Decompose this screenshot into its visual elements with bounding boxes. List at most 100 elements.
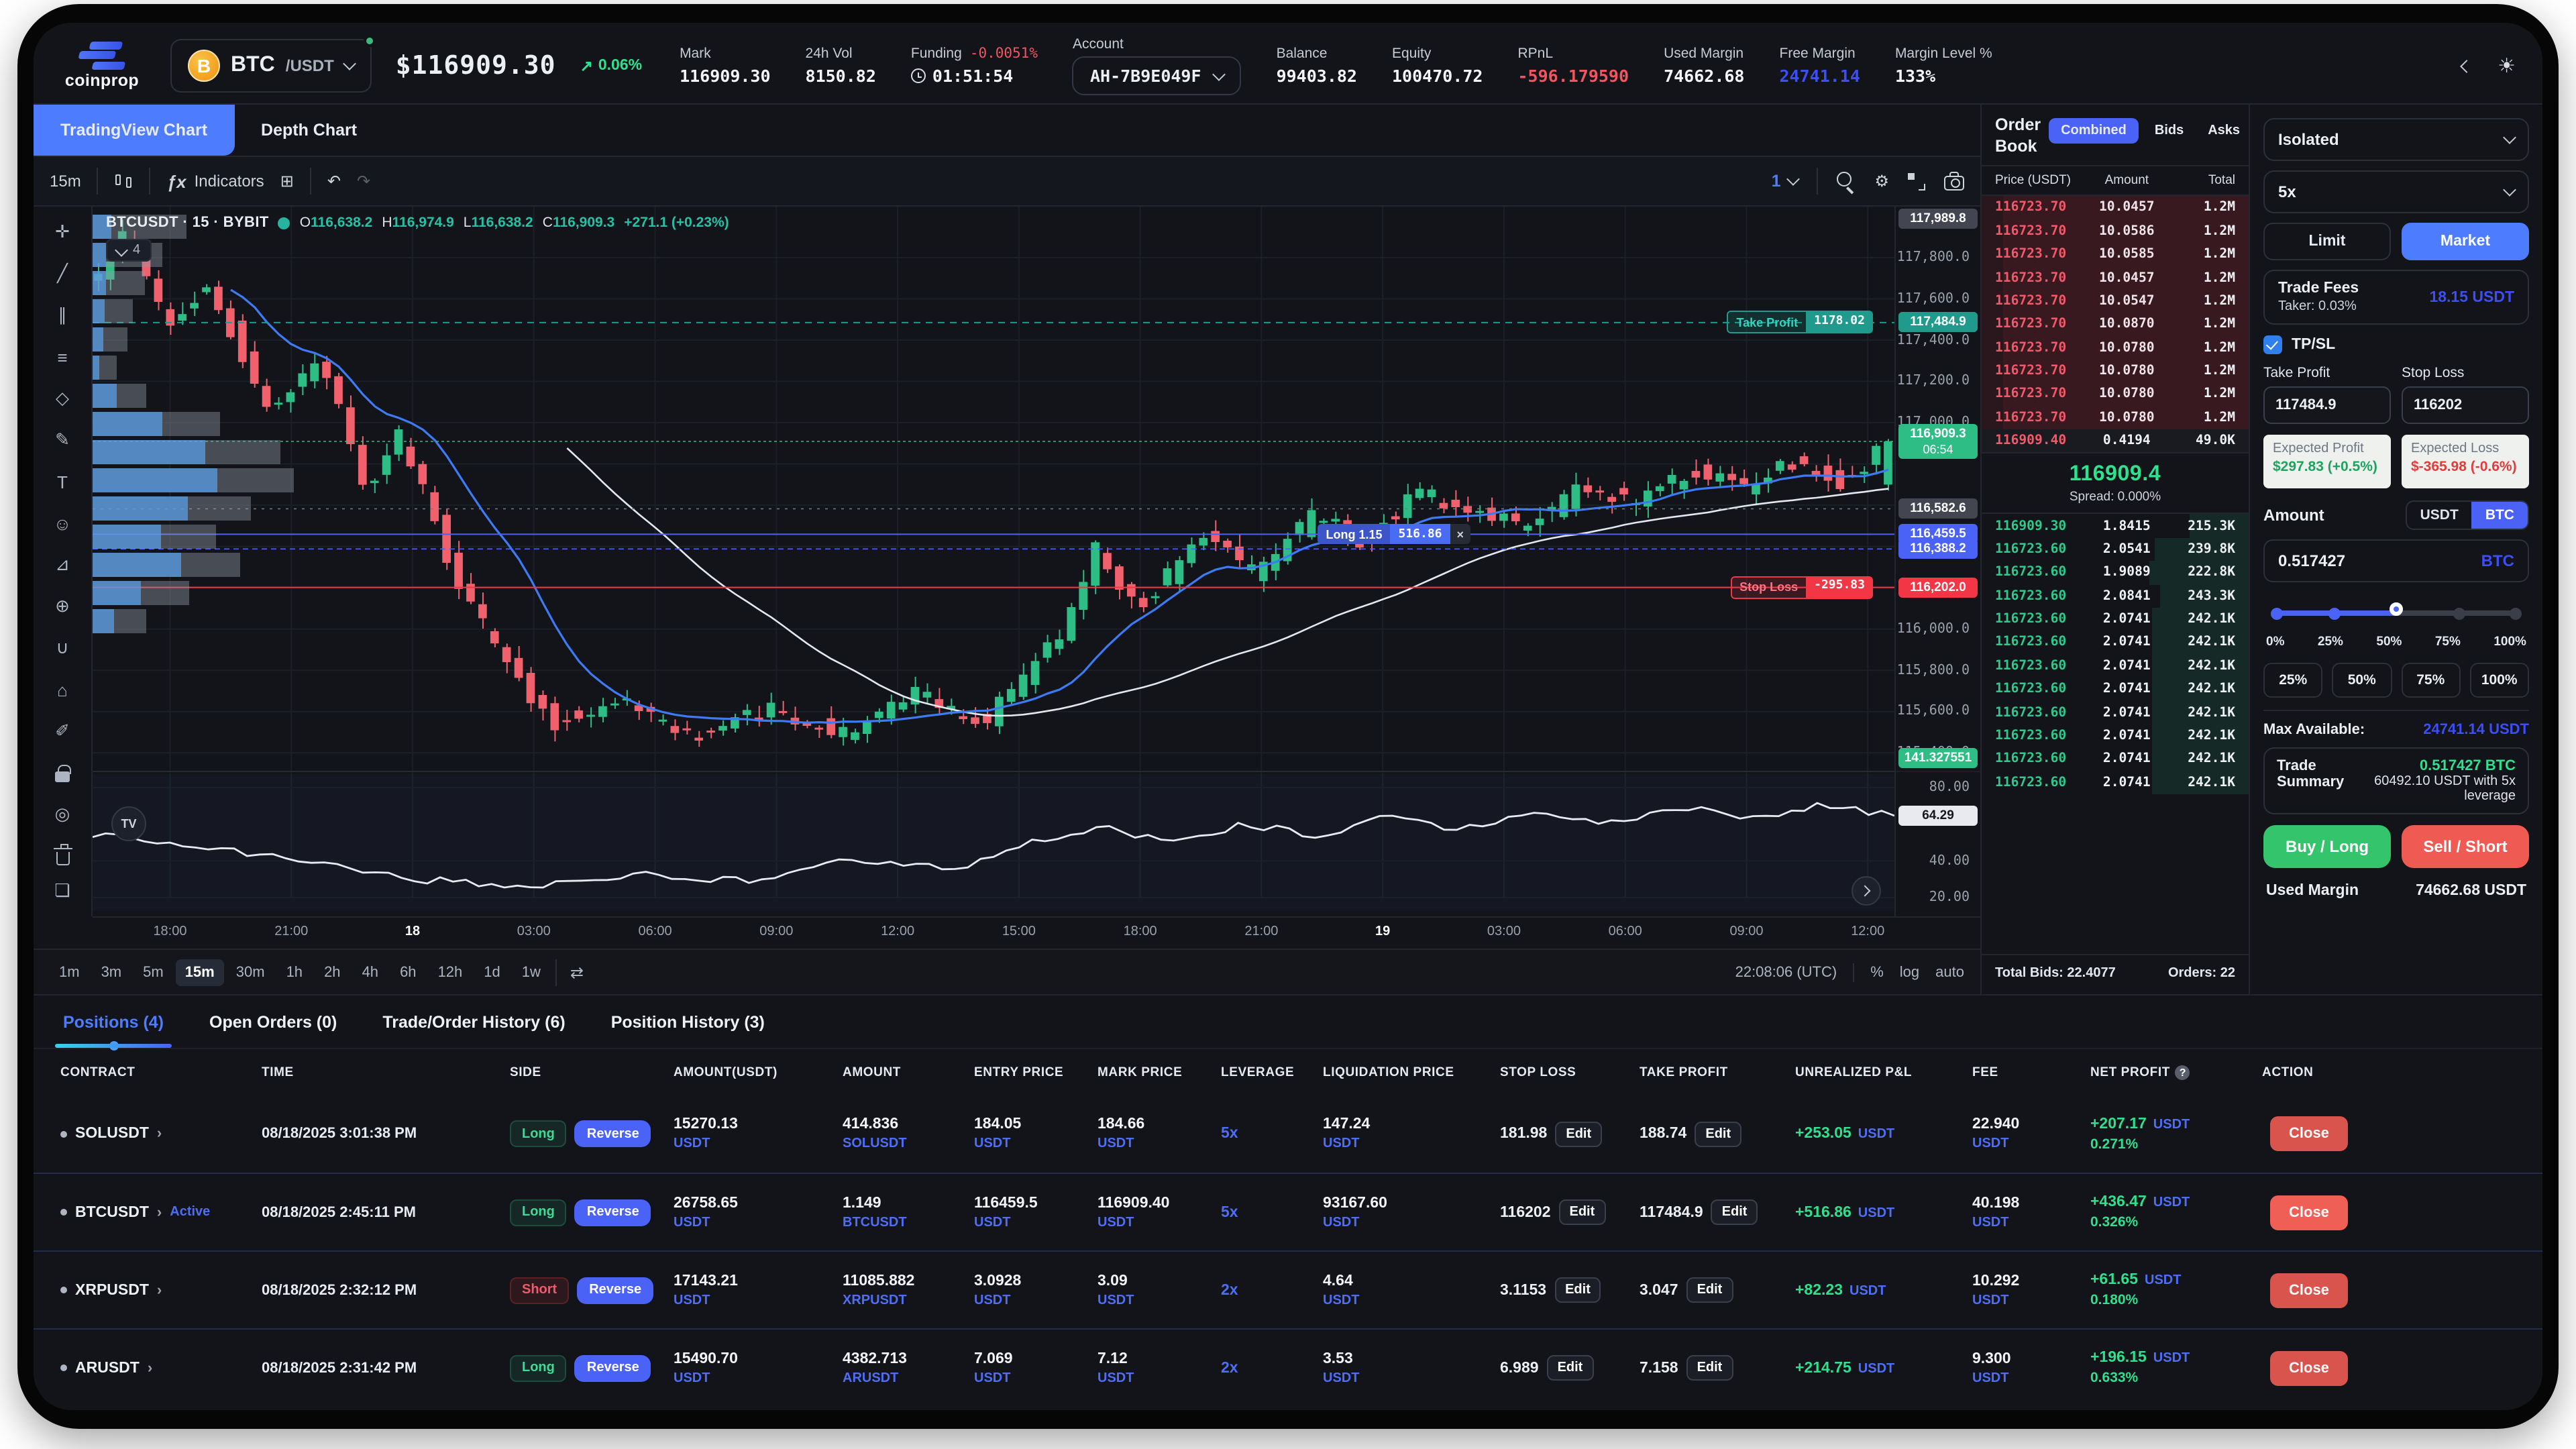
- orderbook-best-ask-row[interactable]: 116909.400.419449.0K: [1982, 429, 2249, 453]
- eye-icon[interactable]: ◎: [45, 800, 80, 829]
- edit-stop-loss-button[interactable]: Edit: [1555, 1121, 1602, 1146]
- stop-loss-input[interactable]: 116202: [2402, 386, 2529, 424]
- orderbook-ask-row[interactable]: 116723.7010.07801.2M: [1982, 383, 2249, 407]
- edit-take-profit-button[interactable]: Edit: [1711, 1199, 1758, 1225]
- orderbook-bid-row[interactable]: 116723.602.0741242.1K: [1982, 631, 2249, 655]
- orderbook-ask-row[interactable]: 116723.7010.04571.2M: [1982, 266, 2249, 290]
- edit-stop-loss-button[interactable]: Edit: [1554, 1277, 1601, 1303]
- orderbook-ask-row[interactable]: 116723.7010.07801.2M: [1982, 336, 2249, 360]
- btc-unit-button[interactable]: BTC: [2472, 502, 2528, 529]
- timeframe-1h[interactable]: 1h: [277, 959, 313, 985]
- pattern-icon[interactable]: ◇: [45, 384, 80, 413]
- chevron-left-icon[interactable]: [2459, 59, 2473, 72]
- camera-icon[interactable]: [1944, 175, 1964, 190]
- tpsl-toggle[interactable]: TP/SL: [2263, 334, 2529, 356]
- orderbook-bid-row[interactable]: 116723.602.0741242.1K: [1982, 654, 2249, 678]
- log-scale-button[interactable]: log: [1900, 964, 1919, 980]
- edit-icon[interactable]: ✐: [45, 716, 80, 746]
- quick-search-icon[interactable]: [1837, 172, 1856, 191]
- orderbook-ask-row[interactable]: 116723.7010.05861.2M: [1982, 219, 2249, 243]
- goto-realtime-button[interactable]: [1851, 876, 1881, 906]
- orderbook-ask-row[interactable]: 116723.7010.07801.2M: [1982, 406, 2249, 429]
- timeframe-12h[interactable]: 12h: [429, 959, 472, 985]
- text-icon[interactable]: T: [45, 467, 80, 496]
- percent-button-25%[interactable]: 25%: [2263, 663, 2323, 698]
- measure-icon[interactable]: ⊿: [45, 550, 80, 580]
- checkbox-checked-icon[interactable]: [2263, 335, 2282, 354]
- grid-layout-icon[interactable]: ⊞: [280, 172, 294, 191]
- orderbook-bid-row[interactable]: 116723.602.0741242.1K: [1982, 701, 2249, 724]
- price-axis[interactable]: 117,800.0117,600.0117,400.0117,200.0117,…: [1894, 207, 1980, 916]
- reverse-button[interactable]: Reverse: [575, 1120, 651, 1147]
- interval-button[interactable]: 15m: [50, 172, 81, 191]
- orderbook-ask-row[interactable]: 116723.7010.05851.2M: [1982, 243, 2249, 266]
- timeframe-3m[interactable]: 3m: [92, 959, 131, 985]
- timeframe-5m[interactable]: 5m: [133, 959, 173, 985]
- orderbook-ask-row[interactable]: 116723.7010.07801.2M: [1982, 360, 2249, 383]
- percent-scale-button[interactable]: %: [1870, 964, 1884, 980]
- timeframe-30m[interactable]: 30m: [227, 959, 274, 985]
- edit-take-profit-button[interactable]: Edit: [1686, 1355, 1733, 1381]
- indicators-button[interactable]: ƒx Indicators: [167, 171, 264, 191]
- percent-button-50%[interactable]: 50%: [2332, 663, 2392, 698]
- usdt-unit-button[interactable]: USDT: [2407, 502, 2472, 529]
- orderbook-bid-row[interactable]: 116723.601.9089222.8K: [1982, 561, 2249, 584]
- coinprop-logo[interactable]: coinprop: [58, 42, 146, 91]
- sell-short-button[interactable]: Sell / Short: [2402, 825, 2529, 868]
- timeframe-1w[interactable]: 1w: [513, 959, 550, 985]
- close-button[interactable]: Close: [2270, 1273, 2348, 1307]
- orderbook-ask-row[interactable]: 116723.7010.04571.2M: [1982, 197, 2249, 220]
- edit-stop-loss-button[interactable]: Edit: [1547, 1355, 1594, 1381]
- leverage-select[interactable]: 5x: [2263, 170, 2529, 213]
- brush-icon[interactable]: ✎: [45, 425, 80, 455]
- slider-knob[interactable]: [2390, 602, 2403, 616]
- edit-take-profit-button[interactable]: Edit: [1695, 1121, 1741, 1146]
- tab-positions[interactable]: Positions (4): [63, 996, 164, 1048]
- tab-tradingview-chart[interactable]: TradingView Chart: [34, 105, 234, 156]
- orderbook-ask-row[interactable]: 116723.7010.05471.2M: [1982, 290, 2249, 313]
- orderbook-bid-row[interactable]: 116723.602.0841243.3K: [1982, 584, 2249, 608]
- timeframe-15m[interactable]: 15m: [176, 959, 224, 985]
- undo-icon[interactable]: ↶: [327, 172, 341, 191]
- settings-gear-icon[interactable]: ⚙: [1874, 172, 1889, 191]
- tab-position[interactable]: Position History (3): [611, 996, 765, 1048]
- orderbook-bid-row[interactable]: 116723.602.0741242.1K: [1982, 771, 2249, 794]
- fib-retracement-icon[interactable]: ≡: [45, 342, 80, 372]
- limit-button[interactable]: Limit: [2263, 223, 2391, 260]
- orderbook-bid-row[interactable]: 116723.602.0741242.1K: [1982, 724, 2249, 748]
- zoom-in-icon[interactable]: ⊕: [45, 592, 80, 621]
- orderbook-bid-row[interactable]: 116723.602.0741242.1K: [1982, 608, 2249, 631]
- buy-long-button[interactable]: Buy / Long: [2263, 825, 2391, 868]
- contract-cell[interactable]: SOLUSDT›: [60, 1126, 262, 1142]
- contract-cell[interactable]: XRPUSDT›: [60, 1282, 262, 1298]
- pair-selector[interactable]: B BTC /USDT: [170, 39, 372, 93]
- orderbook-ask-row[interactable]: 116723.7010.08701.2M: [1982, 313, 2249, 336]
- order-book-tab-bids[interactable]: Bids: [2147, 118, 2192, 144]
- account-select[interactable]: AH-7B9E049F: [1073, 56, 1242, 95]
- time-axis[interactable]: 18:0021:001803:0006:0009:0012:0015:0018:…: [93, 916, 1980, 949]
- margin-mode-select[interactable]: Isolated: [2263, 118, 2529, 161]
- contract-cell[interactable]: ARUSDT›: [60, 1360, 262, 1376]
- fullscreen-icon[interactable]: [1908, 172, 1925, 190]
- orderbook-bid-row[interactable]: 116723.602.0741242.1K: [1982, 747, 2249, 771]
- timeframe-2h[interactable]: 2h: [315, 959, 350, 985]
- close-button[interactable]: Close: [2270, 1116, 2348, 1151]
- percent-button-75%[interactable]: 75%: [2401, 663, 2461, 698]
- trash-icon[interactable]: [45, 841, 80, 871]
- timeframe-1d[interactable]: 1d: [474, 959, 510, 985]
- timeframe-6h[interactable]: 6h: [390, 959, 426, 985]
- take-profit-input[interactable]: 117484.9: [2263, 386, 2391, 424]
- close-button[interactable]: Close: [2270, 1350, 2348, 1385]
- reverse-button[interactable]: Reverse: [575, 1199, 651, 1226]
- orderbook-bid-row[interactable]: 116909.301.8415215.3K: [1982, 515, 2249, 538]
- order-book-tab-asks[interactable]: Asks: [2200, 118, 2248, 144]
- reverse-button[interactable]: Reverse: [575, 1354, 651, 1381]
- amount-slider[interactable]: [2271, 602, 2521, 621]
- contract-cell[interactable]: BTCUSDT›Active: [60, 1204, 262, 1220]
- order-book-tab-combined[interactable]: Combined: [2049, 118, 2139, 144]
- candle-style-icon[interactable]: [115, 170, 133, 192]
- magnet-icon[interactable]: ∪: [45, 633, 80, 663]
- timeframe-4h[interactable]: 4h: [353, 959, 388, 985]
- layers-icon[interactable]: ❏: [45, 876, 80, 906]
- edit-take-profit-button[interactable]: Edit: [1686, 1277, 1733, 1303]
